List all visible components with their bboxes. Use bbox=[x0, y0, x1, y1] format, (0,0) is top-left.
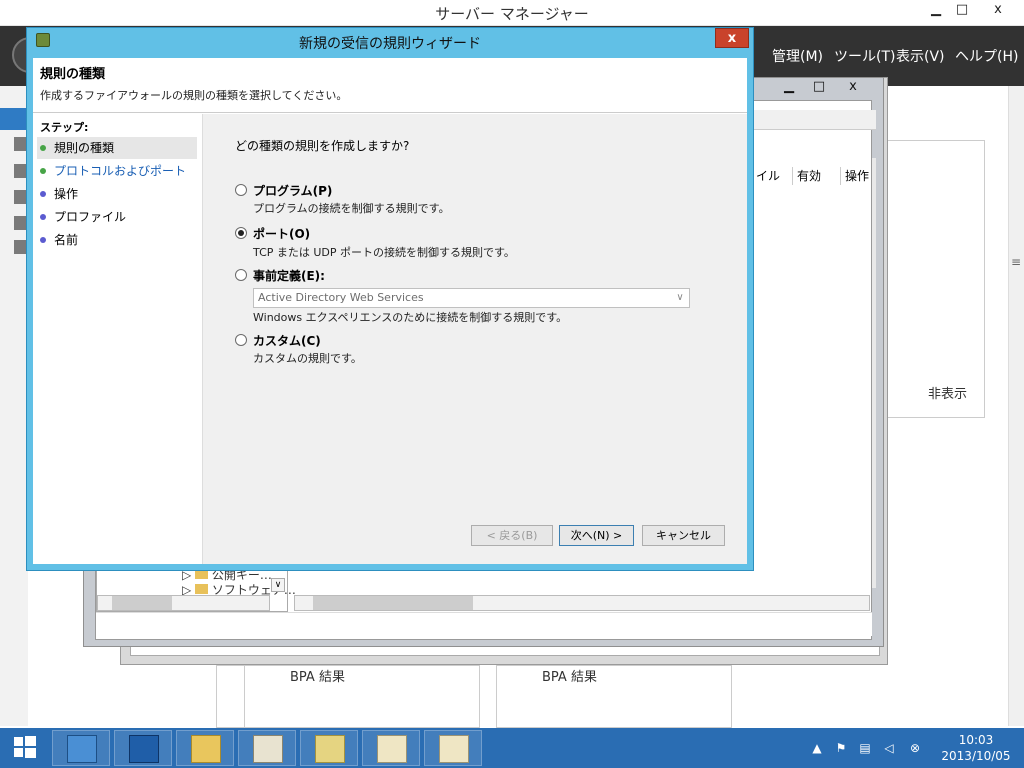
option-custom-label[interactable]: カスタム(C) bbox=[253, 332, 321, 349]
column-header-profile[interactable]: イル bbox=[752, 167, 792, 185]
radio-custom[interactable] bbox=[235, 334, 247, 346]
powershell-icon bbox=[129, 735, 159, 763]
menu-manage[interactable]: 管理(M) bbox=[772, 46, 823, 66]
cancel-button[interactable]: キャンセル bbox=[642, 525, 725, 546]
chevron-down-icon[interactable]: ∨ bbox=[271, 578, 285, 592]
taskbar-powershell[interactable] bbox=[114, 730, 172, 766]
radio-port[interactable] bbox=[235, 227, 247, 239]
radio-predefined[interactable] bbox=[235, 269, 247, 281]
step-label: プロファイル bbox=[54, 210, 127, 224]
document-icon bbox=[439, 735, 469, 763]
windows-logo-icon bbox=[14, 748, 23, 757]
error-status-icon[interactable]: ⊗ bbox=[908, 741, 922, 755]
folder-icon bbox=[191, 735, 221, 763]
folder-icon bbox=[195, 584, 209, 594]
step-label: 操作 bbox=[54, 187, 79, 201]
hide-link[interactable]: 非表示 bbox=[928, 383, 967, 402]
show-hidden-icons-icon[interactable]: ▲ bbox=[810, 741, 824, 755]
step-complete-icon bbox=[40, 168, 46, 174]
option-program-label[interactable]: プログラム(P) bbox=[253, 182, 332, 199]
taskbar-app[interactable] bbox=[300, 730, 358, 766]
wizard-close-button[interactable]: x bbox=[715, 28, 749, 48]
windows-logo-icon bbox=[25, 748, 36, 758]
option-program-description: プログラムの接続を制御する規則です。 bbox=[253, 202, 450, 215]
step-label: プロトコルおよびポート bbox=[54, 164, 187, 178]
option-predefined-description: Windows エクスペリエンスのために接続を制御する規則です。 bbox=[253, 311, 568, 324]
notepad-icon bbox=[315, 735, 345, 763]
list-scrollbar[interactable] bbox=[872, 158, 876, 588]
step-pending-icon bbox=[40, 191, 46, 197]
step-complete-icon bbox=[40, 145, 46, 151]
option-port-description: TCP または UDP ポートの接続を制御する規則です。 bbox=[253, 246, 515, 259]
option-predefined-label[interactable]: 事前定義(E): bbox=[253, 267, 325, 284]
scroll-thumb[interactable] bbox=[112, 596, 172, 610]
next-button[interactable]: 次へ(N) > bbox=[559, 525, 634, 546]
document-icon bbox=[377, 735, 407, 763]
steps-label: ステップ: bbox=[40, 121, 89, 134]
menu-help[interactable]: ヘルプ(H) bbox=[955, 46, 1018, 66]
windows-logo-icon bbox=[25, 736, 36, 746]
column-header-action[interactable]: 操作 bbox=[840, 167, 872, 185]
step-protocol-ports[interactable]: プロトコルおよびポート bbox=[37, 160, 197, 182]
close-button[interactable]: x bbox=[980, 0, 1016, 20]
maximize-button[interactable]: □ bbox=[946, 0, 978, 20]
taskbar-document-1[interactable] bbox=[362, 730, 420, 766]
step-pending-icon bbox=[40, 237, 46, 243]
bpa-card-right bbox=[496, 665, 732, 728]
tree-horizontal-scrollbar[interactable] bbox=[97, 595, 270, 611]
taskbar-server-manager[interactable] bbox=[52, 730, 110, 766]
list-horizontal-scrollbar[interactable] bbox=[294, 595, 870, 611]
nav-dashboard-selected[interactable] bbox=[0, 108, 28, 130]
firewall-toolbar bbox=[752, 110, 876, 130]
step-pending-icon bbox=[40, 214, 46, 220]
column-header-enabled[interactable]: 有効 bbox=[792, 167, 840, 185]
tile-card bbox=[885, 140, 985, 418]
action-center-flag-icon[interactable]: ⚑ bbox=[834, 741, 848, 755]
vertical-scrollbar[interactable] bbox=[1008, 86, 1024, 726]
taskbar-firewall[interactable] bbox=[238, 730, 296, 766]
rule-type-question: どの種類の規則を作成しますか? bbox=[235, 139, 410, 153]
fw-close-button[interactable]: x bbox=[836, 77, 870, 97]
step-profile[interactable]: プロファイル bbox=[37, 206, 197, 228]
option-port-label[interactable]: ポート(O) bbox=[253, 225, 310, 242]
scroll-grip-icon: ≡ bbox=[1010, 255, 1022, 269]
menu-tools[interactable]: ツール(T) bbox=[834, 46, 895, 66]
server-manager-title: サーバー マネージャー bbox=[435, 5, 589, 23]
firewall-details-pane bbox=[96, 612, 872, 636]
radio-program[interactable] bbox=[235, 184, 247, 196]
back-button[interactable]: < 戻る(B) bbox=[471, 525, 553, 546]
firewall-doc-icon bbox=[253, 735, 283, 763]
taskbar-document-2[interactable] bbox=[424, 730, 482, 766]
predefined-rule-select[interactable]: Active Directory Web Services bbox=[253, 288, 690, 308]
clock-date[interactable]: 2013/10/05 bbox=[940, 749, 1012, 763]
start-button[interactable] bbox=[4, 728, 48, 768]
wizard-heading: 規則の種類 bbox=[40, 67, 106, 82]
fw-minimize-button[interactable]: ▁ bbox=[772, 77, 806, 97]
left-navigation bbox=[0, 86, 28, 726]
bpa-card-left-inner bbox=[244, 665, 480, 728]
server-manager-icon bbox=[67, 735, 97, 763]
wizard-subtitle: 作成するファイアウォールの規則の種類を選択してください。 bbox=[40, 89, 348, 102]
step-rule-type[interactable]: 規則の種類 bbox=[37, 137, 197, 159]
taskbar-file-explorer[interactable] bbox=[176, 730, 234, 766]
scroll-thumb[interactable] bbox=[313, 596, 473, 610]
bpa-result-label-right[interactable]: BPA 結果 bbox=[542, 666, 597, 685]
option-custom-description: カスタムの規則です。 bbox=[253, 352, 362, 365]
step-name[interactable]: 名前 bbox=[37, 229, 197, 251]
chevron-down-icon[interactable]: ∨ bbox=[672, 290, 688, 306]
menu-view[interactable]: 表示(V) bbox=[896, 46, 945, 66]
network-icon[interactable]: ▤ bbox=[858, 741, 872, 755]
wizard-title: 新規の受信の規則ウィザード bbox=[299, 36, 481, 52]
step-label: 名前 bbox=[54, 233, 79, 247]
step-label: 規則の種類 bbox=[54, 141, 115, 155]
windows-logo-icon bbox=[14, 737, 23, 746]
volume-muted-icon[interactable]: ◁ bbox=[882, 741, 896, 755]
clock-time[interactable]: 10:03 bbox=[940, 733, 1012, 747]
fw-maximize-button[interactable]: □ bbox=[802, 77, 836, 97]
wizard-header bbox=[33, 58, 747, 113]
step-action[interactable]: 操作 bbox=[37, 183, 197, 205]
bpa-result-label-left[interactable]: BPA 結果 bbox=[290, 666, 345, 685]
